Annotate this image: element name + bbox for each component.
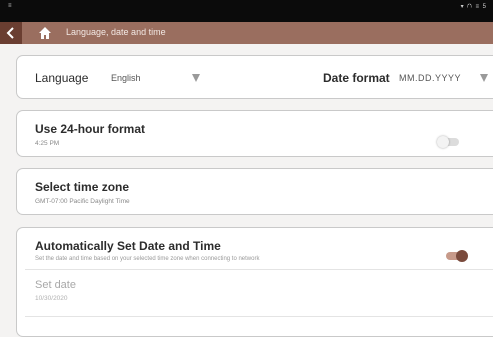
- date-format-select[interactable]: MM.DD.YYYY: [399, 73, 461, 83]
- home-icon[interactable]: [38, 26, 52, 40]
- title-bar: Language, date and time: [0, 22, 493, 44]
- time-zone-value: GMT-07:00 Pacific Daylight Time: [35, 198, 130, 205]
- time-zone-card[interactable]: Select time zone GMT-07:00 Pacific Dayli…: [16, 168, 493, 215]
- back-arrow-icon: [6, 27, 14, 39]
- divider: [25, 316, 493, 317]
- set-date-value: 10/30/2020: [35, 295, 68, 302]
- time-zone-title: Select time zone: [35, 180, 130, 194]
- divider: [25, 269, 493, 270]
- hour24-title: Use 24-hour format: [35, 122, 146, 136]
- auto-date-time-description: Set the date and time based on your sele…: [35, 256, 260, 262]
- language-dropdown-arrow-icon[interactable]: [192, 74, 200, 82]
- language-label: Language: [35, 71, 89, 85]
- set-date-label: Set date: [35, 279, 76, 291]
- status-icons: ▾ ⮉ ≡ 5: [460, 4, 487, 10]
- date-format-dropdown-arrow-icon[interactable]: [480, 74, 488, 82]
- auto-date-time-title: Automatically Set Date and Time: [35, 239, 221, 253]
- hour24-toggle[interactable]: [437, 136, 461, 148]
- notification-icon: ≡: [8, 3, 12, 9]
- date-format-label: Date format: [323, 71, 390, 85]
- language-select[interactable]: English: [111, 73, 141, 83]
- hour24-format-card[interactable]: Use 24-hour format 4:25 PM: [16, 110, 493, 157]
- auto-date-time-card: Automatically Set Date and Time Set the …: [16, 227, 493, 337]
- page-title: Language, date and time: [66, 27, 166, 37]
- auto-date-time-toggle[interactable]: [444, 250, 468, 262]
- toggle-thumb: [456, 250, 468, 262]
- toggle-thumb: [437, 136, 449, 148]
- status-bar: ≡ ▾ ⮉ ≡ 5: [0, 0, 493, 22]
- hour24-time-preview: 4:25 PM: [35, 140, 60, 147]
- back-button[interactable]: [0, 22, 22, 44]
- language-date-format-card: Language English Date format MM.DD.YYYY: [16, 55, 493, 99]
